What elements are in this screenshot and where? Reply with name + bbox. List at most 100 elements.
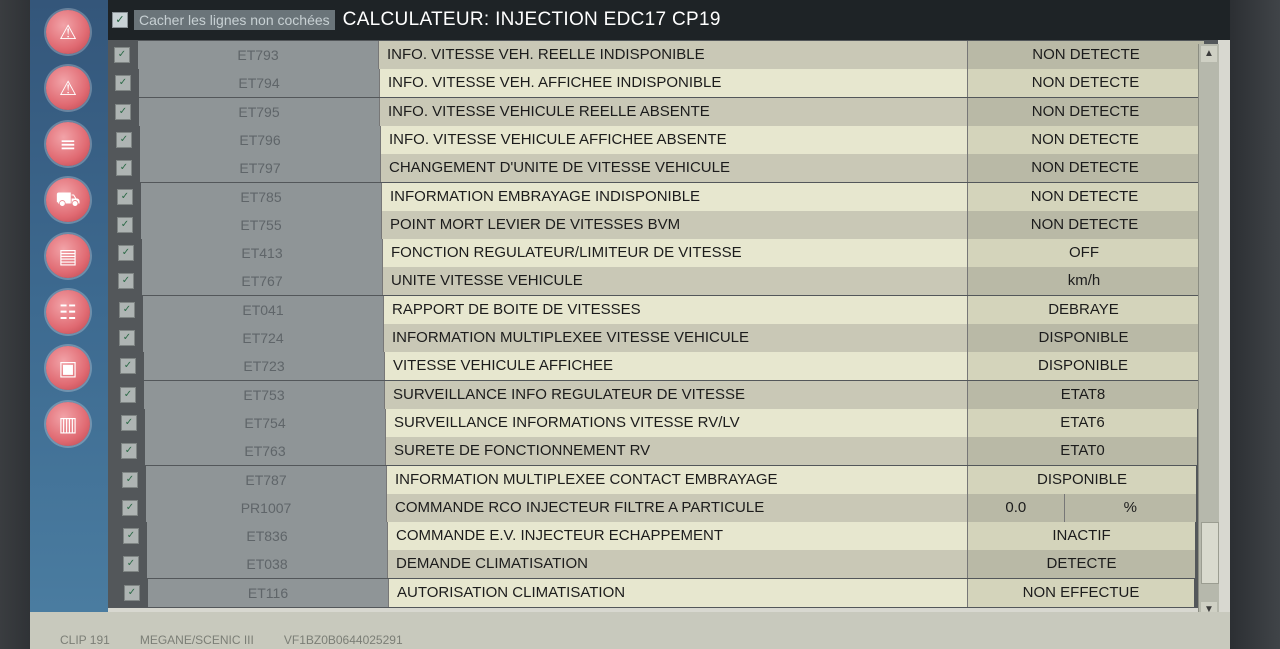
row-checkbox[interactable]: ✓ [117,188,133,205]
row-value: NON DETECTE [967,41,1204,69]
row-value: 0.0% [967,493,1196,522]
row-code: ET041 [143,295,383,324]
status-middle: MEGANE/SCENIC III [139,633,254,647]
warning-icon[interactable]: ⚠ [46,10,90,54]
row-checkbox[interactable]: ✓ [118,273,134,290]
row-code: ET795 [139,97,379,126]
row-checkbox[interactable]: ✓ [119,301,135,318]
parameters-icon[interactable]: ≡ [46,122,90,166]
diagnostic-screen: ⚠ ⚠ ≡ ⛟ ▤ ☷ ▣ ▥ ✓ Cacher les lignes non … [30,0,1230,649]
row-code: ET794 [139,69,379,98]
row-checkbox[interactable]: ✓ [123,556,139,573]
save-vehicle-icon[interactable]: ▣ [46,346,90,390]
row-value-number: 0.0 [1005,498,1027,516]
table-row[interactable]: ✓ ET754 SURVEILLANCE INFORMATIONS VITESSE … [115,408,1197,437]
vehicle-icon[interactable]: ⛟ [46,178,90,222]
scroll-up-icon[interactable]: ▲ [1201,46,1217,62]
row-value: km/h [967,267,1200,296]
table-row[interactable]: ✓ ET794 INFO. VITESSE VEH. AFFICHEE INDISP… [109,69,1203,98]
hide-unchecked-label[interactable]: Cacher les lignes non cochées [134,10,335,30]
table-row[interactable]: ✓ ET795 INFO. VITESSE VEHICULE REELLE ABSE… [109,97,1203,126]
row-checkbox[interactable]: ✓ [116,160,132,177]
row-value: DISPONIBLE [967,352,1198,381]
row-label: SURVEILLANCE INFO REGULATEUR DE VITESSE [384,380,967,409]
row-value: NON EFFECTUE [967,578,1194,607]
row-code: ET793 [138,41,378,69]
table-row[interactable]: ✓ ET797 CHANGEMENT D'UNITE DE VITESSE VEHI… [110,154,1202,183]
row-checkbox[interactable]: ✓ [122,471,138,488]
row-value: NON DETECTE [967,154,1202,183]
row-code: ET724 [143,324,383,352]
row-code: ET755 [141,210,381,239]
table-row[interactable]: ✓ ET038 DEMANDE CLIMATISATION DETECTE [117,550,1195,579]
row-label: CHANGEMENT D'UNITE DE VITESSE VEHICULE [380,154,967,183]
row-label: UNITE VITESSE VEHICULE [382,267,967,296]
row-label: INFORMATION EMBRAYAGE INDISPONIBLE [381,182,967,211]
table-row[interactable]: ✓ ET116 AUTORISATION CLIMATISATION NON EFFE… [118,578,1194,607]
row-value: ETAT8 [967,380,1198,409]
row-code: PR1007 [146,493,386,522]
table-row[interactable]: ✓ ET836 COMMANDE E.V. INJECTEUR ECHAPPEMEN… [117,522,1195,551]
row-code: ET116 [148,578,388,607]
row-code: ET787 [146,465,386,494]
row-checkbox[interactable]: ✓ [115,103,131,120]
row-checkbox[interactable]: ✓ [123,528,139,545]
row-code: ET836 [147,522,387,551]
row-value: NON DETECTE [967,69,1203,98]
table-row[interactable]: ✓ ET755 POINT MORT LEVIER DE VITESSES BVM N… [111,210,1201,239]
row-label: INFORMATION MULTIPLEXEE CONTACT EMBRAYAG… [386,465,967,494]
row-label: AUTORISATION CLIMATISATION [388,578,967,607]
scroll-thumb[interactable] [1201,522,1219,584]
status-left: CLIP 191 [60,633,110,647]
alert-icon[interactable]: ⚠ [46,66,90,110]
table-row[interactable]: ✓ ET723 VITESSE VEHICULE AFFICHEE DISPONIBL… [114,352,1198,381]
table-row[interactable]: ✓ ET763 SURETE DE FONCTIONNEMENT RV ETAT0 [115,437,1197,466]
table-row[interactable]: ✓ ET787 INFORMATION MULTIPLEXEE CONTACT EM… [116,465,1196,494]
row-value: DISPONIBLE [967,465,1196,494]
table-row[interactable]: ✓ ET724 INFORMATION MULTIPLEXEE VITESSE VE… [113,324,1199,352]
row-checkbox[interactable]: ✓ [120,386,136,403]
table-row[interactable]: ✓ ET796 INFO. VITESSE VEHICULE AFFICHEE AB… [110,125,1202,154]
row-checkbox[interactable]: ✓ [118,245,134,262]
table-row[interactable]: ✓ ET767 UNITE VITESSE VEHICULE km/h [112,267,1200,296]
table-row[interactable]: ✓ ET785 INFORMATION EMBRAYAGE INDISPONIBLE… [111,182,1201,211]
network-icon[interactable]: ☷ [46,290,90,334]
row-label: INFO. VITESSE VEH. AFFICHEE INDISPONIBLE [379,69,967,98]
row-code: ET723 [144,352,384,381]
table-row[interactable]: ✓ ET753 SURVEILLANCE INFO REGULATEUR DE VI… [114,380,1198,409]
table-row[interactable]: ✓ PR1007 COMMANDE RCO INJECTEUR FILTRE A P… [116,493,1196,522]
row-label: INFORMATION MULTIPLEXEE VITESSE VEHICULE [383,324,967,352]
row-label: VITESSE VEHICULE AFFICHEE [384,352,967,381]
table-row[interactable]: ✓ ET041 RAPPORT DE BOITE DE VITESSES DEBRAY… [113,295,1199,324]
row-checkbox[interactable]: ✓ [120,358,136,375]
row-checkbox[interactable]: ✓ [116,131,132,148]
row-value: NON DETECTE [967,210,1201,239]
page-title: CALCULATEUR: INJECTION EDC17 CP19 [342,9,721,30]
row-checkbox[interactable]: ✓ [122,499,138,516]
row-code: ET785 [141,182,381,211]
row-code: ET796 [140,125,380,154]
row-value: OFF [967,239,1200,268]
row-value: NON DETECTE [967,97,1203,126]
status-right: VF1BZ0B0644025291 [283,633,403,647]
book-icon[interactable]: ▤ [46,234,90,278]
table-row[interactable]: ✓ ET413 FONCTION REGULATEUR/LIMITEUR DE VI… [112,239,1200,268]
row-checkbox[interactable]: ✓ [124,584,140,601]
barcode-icon[interactable]: ▥ [46,402,90,446]
row-checkbox[interactable]: ✓ [114,47,130,63]
table-row[interactable]: ✓ ET793 INFO. VITESSE VEH. REELLE INDISPON… [108,41,1204,69]
scrollbar[interactable]: ▲ ▼ [1198,44,1219,620]
row-code: ET753 [144,380,384,409]
row-value: DEBRAYE [967,295,1199,324]
row-code: ET754 [145,408,385,437]
row-checkbox[interactable]: ✓ [117,216,133,233]
row-code: ET763 [145,437,385,466]
row-checkbox[interactable]: ✓ [121,443,137,460]
hide-unchecked-checkbox[interactable]: ✓ [112,12,128,28]
row-label: COMMANDE RCO INJECTEUR FILTRE A PARTICUL… [386,493,967,522]
row-checkbox[interactable]: ✓ [121,414,137,431]
row-checkbox[interactable]: ✓ [119,330,135,346]
row-label: SURVEILLANCE INFORMATIONS VITESSE RV/LV [385,408,967,437]
row-checkbox[interactable]: ✓ [115,75,131,92]
row-label: POINT MORT LEVIER DE VITESSES BVM [381,210,967,239]
